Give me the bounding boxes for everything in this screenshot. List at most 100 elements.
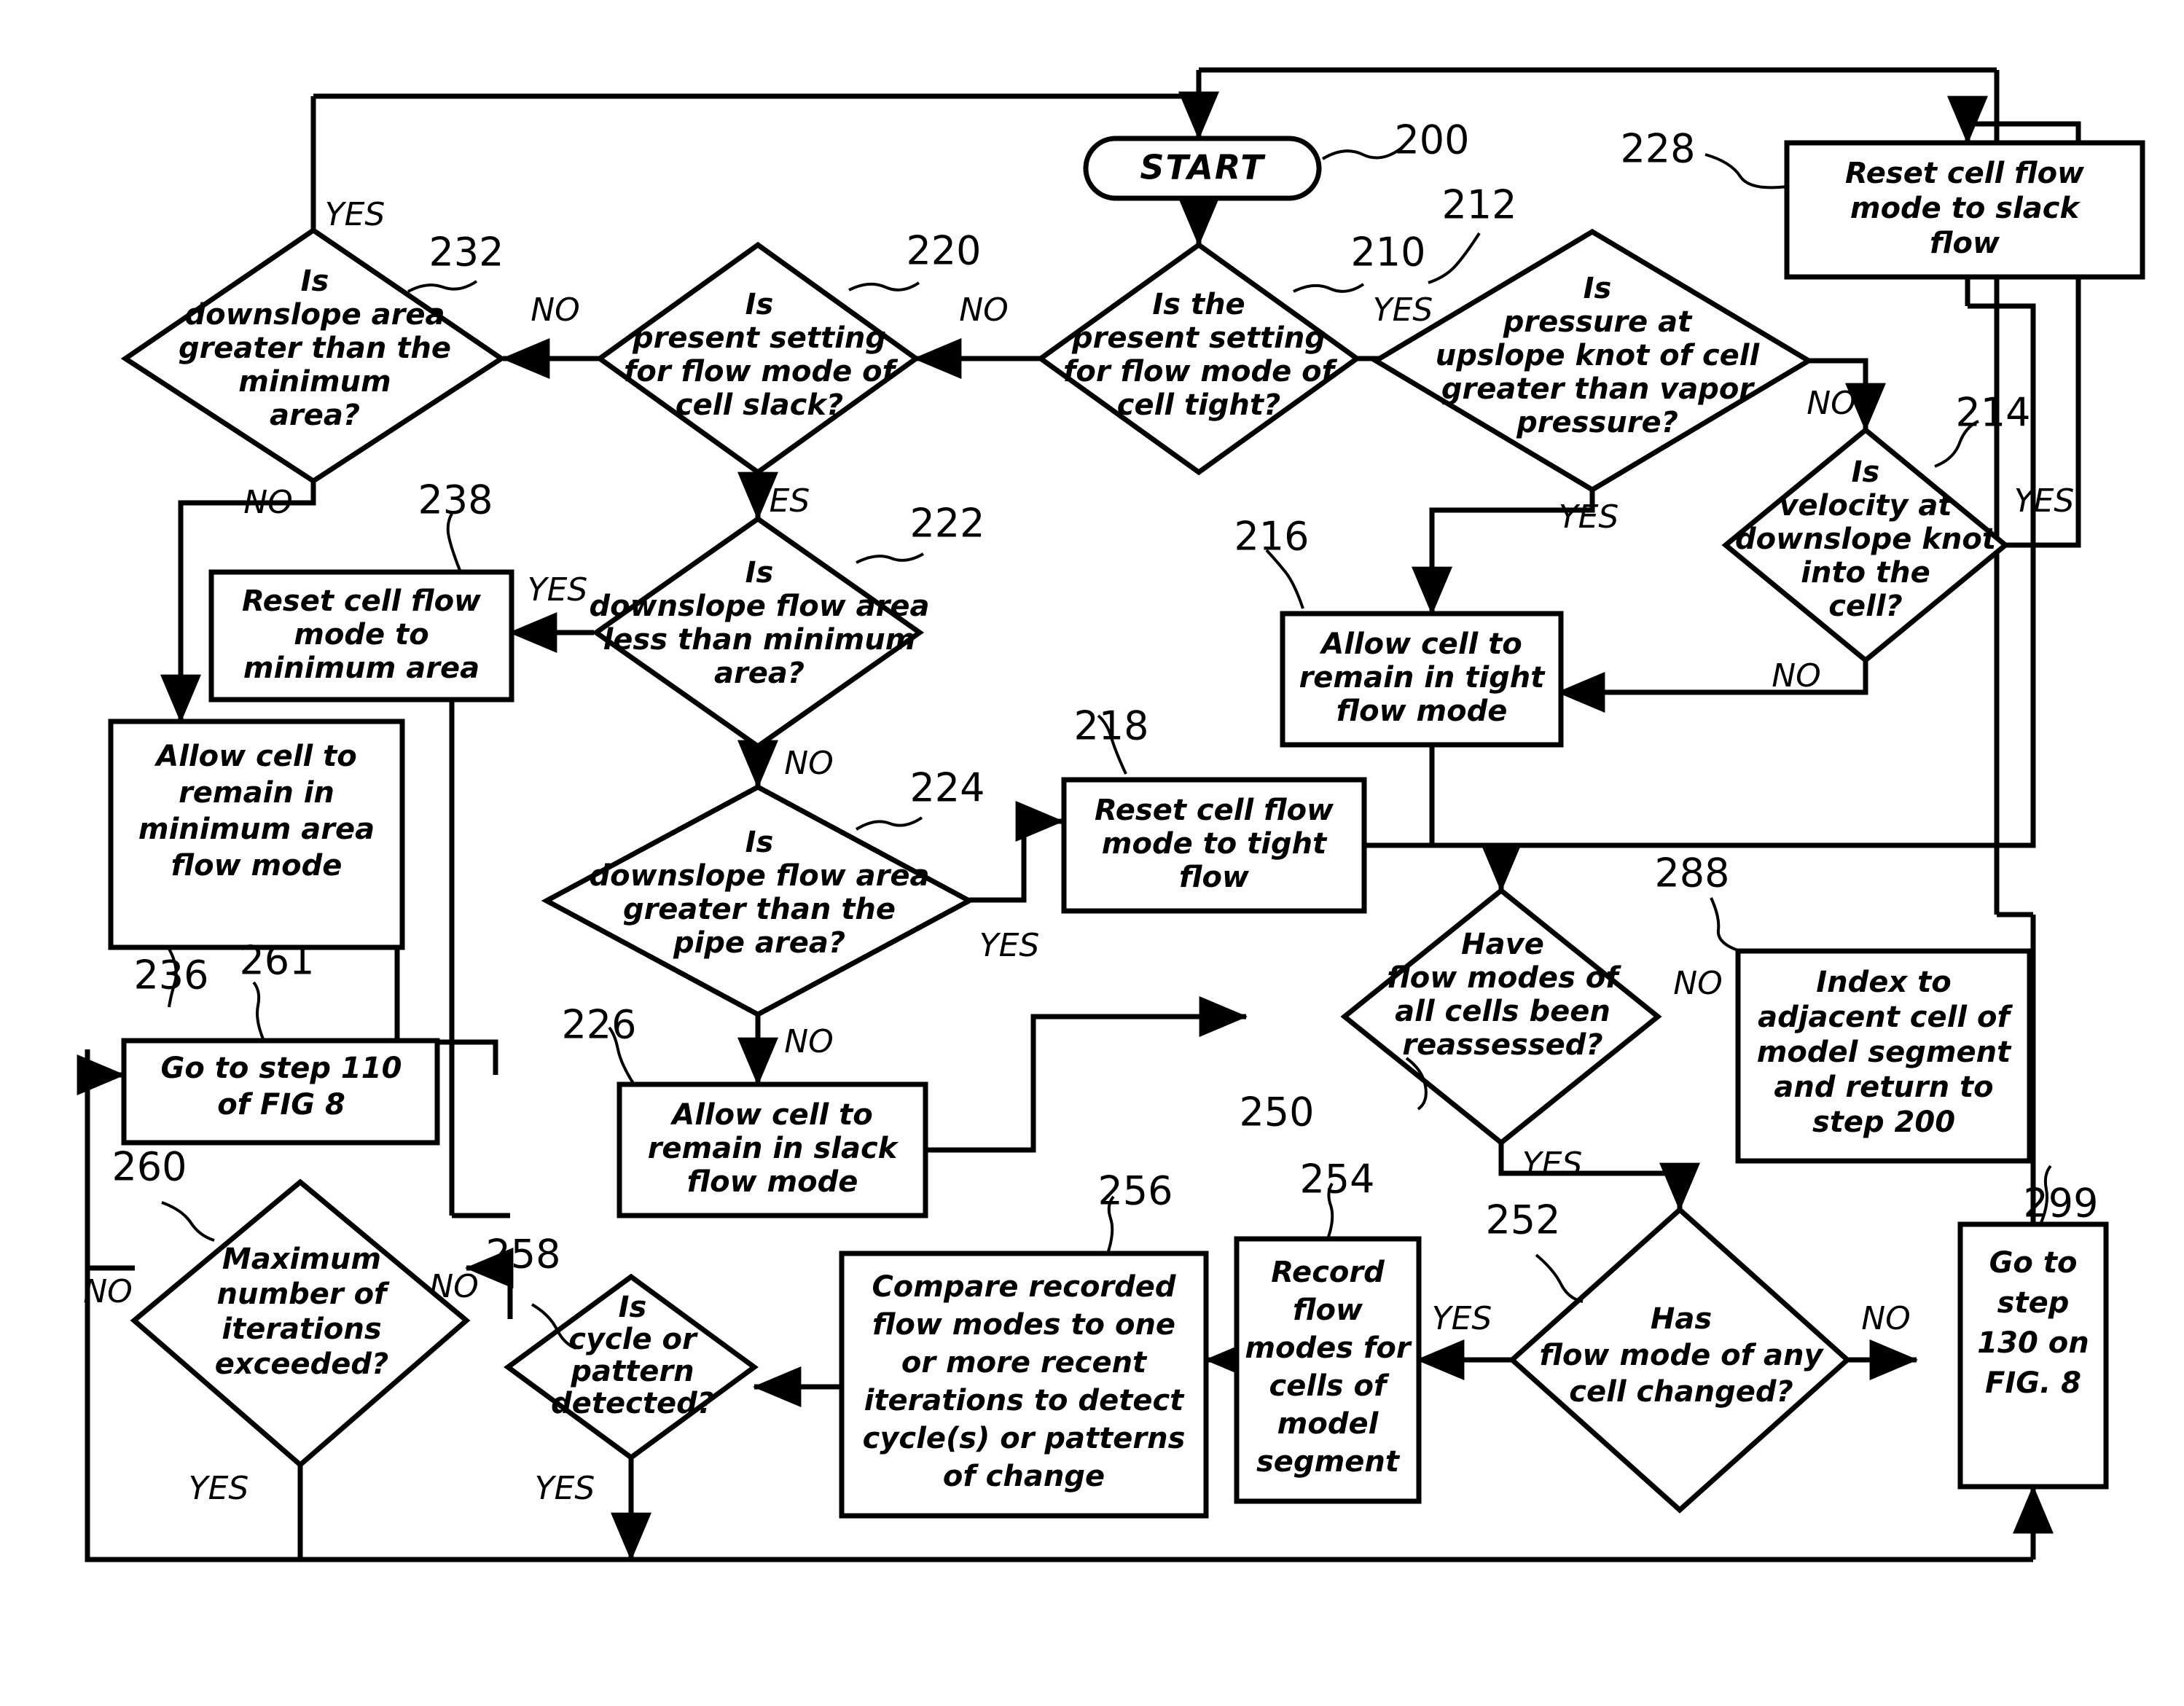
ref-250: 250 <box>1239 1089 1314 1135</box>
ref-288-leader <box>1710 897 1739 952</box>
ref-250-group: 250 <box>1239 1057 1428 1135</box>
node-decision-224[interactable]: Is downslope flow area greater than the … <box>541 784 975 1017</box>
ref-238-group: 238 <box>418 477 493 573</box>
edge-226-to-250 <box>925 996 1248 1153</box>
branch-250-yes: YES <box>1522 1146 1583 1183</box>
branch-250-no: NO <box>1673 965 1723 1002</box>
ref-299: 299 <box>2023 1181 2098 1226</box>
node-process-216[interactable]: Allow cell to remain in tight flow mode <box>1280 611 1564 748</box>
process-299-line-1: step <box>1997 1286 2070 1320</box>
ref-254-group: 254 <box>1299 1157 1375 1240</box>
process-288-line-4: step 200 <box>1812 1106 1955 1139</box>
decision-220-line-2: for flow mode of <box>624 355 899 388</box>
decision-250-line-3: reassessed? <box>1402 1028 1602 1062</box>
process-234-line-1: remain in <box>179 776 334 810</box>
decision-252-line-0: Has <box>1651 1302 1712 1336</box>
node-decision-258[interactable]: Is cycle or pattern detected? <box>504 1273 759 1461</box>
process-256-line-0: Compare recorded <box>872 1270 1175 1304</box>
node-decision-220[interactable]: Is present setting for flow mode of cell… <box>595 241 920 476</box>
decision-222-line-2: less than minimum <box>603 623 916 657</box>
node-start[interactable]: START <box>1083 136 1322 201</box>
process-254-line-0: Record <box>1271 1256 1385 1289</box>
ref-228-leader <box>1704 153 1788 189</box>
decision-220-line-3: cell slack? <box>676 388 843 422</box>
ref-254: 254 <box>1299 1157 1374 1202</box>
ref-258: 258 <box>485 1232 560 1277</box>
ref-220-leader <box>848 281 920 291</box>
node-decision-260[interactable]: Maximum number of iterations exceeded? <box>130 1178 471 1468</box>
ref-210-group: 210 <box>1293 230 1426 293</box>
node-process-261[interactable]: Go to step 110 of FIG 8 <box>121 1038 440 1146</box>
process-218-line-2: flow <box>1179 861 1250 894</box>
process-256-line-4: cycle(s) or patterns <box>863 1422 1186 1455</box>
node-process-234[interactable]: Allow cell to remain in minimum area flo… <box>108 719 405 950</box>
process-238-line-1: mode to <box>294 618 428 652</box>
branch-210-yes: YES <box>1373 291 1433 329</box>
branch-220-no: NO <box>531 291 580 329</box>
branch-252-no: NO <box>1861 1300 1911 1337</box>
ref-232: 232 <box>428 230 504 275</box>
node-process-256[interactable]: Compare recorded flow modes to one or mo… <box>839 1251 1209 1519</box>
node-process-288[interactable]: Index to adjacent cell of model segment … <box>1735 948 2032 1164</box>
ref-200-leader <box>1321 147 1402 160</box>
decision-260-line-3: exceeded? <box>215 1347 389 1381</box>
process-254-line-1: flow <box>1293 1294 1363 1327</box>
decision-210-line-0: Is the <box>1152 288 1245 321</box>
node-decision-210[interactable]: Is the present setting for flow mode of … <box>1036 241 1361 476</box>
node-process-226[interactable]: Allow cell to remain in slack flow mode <box>617 1081 928 1218</box>
ref-232-group: 232 <box>407 230 504 293</box>
process-261-line-1: of FIG 8 <box>217 1088 345 1122</box>
process-256-line-3: iterations to detect <box>864 1384 1185 1417</box>
process-261-line-0: Go to step 110 <box>161 1052 402 1085</box>
node-decision-250[interactable]: Have flow modes of all cells been reasse… <box>1340 887 1662 1146</box>
node-decision-214[interactable]: Is velocity at downslope knot into the c… <box>1721 426 2010 664</box>
node-decision-252[interactable]: Has flow mode of any cell changed? <box>1508 1206 1852 1514</box>
process-238-line-0: Reset cell flow <box>242 584 482 618</box>
branch-260-no: NO <box>83 1273 133 1310</box>
ref-220: 220 <box>906 228 981 274</box>
decision-210-line-3: cell tight? <box>1117 388 1280 422</box>
process-218-line-1: mode to tight <box>1102 827 1328 861</box>
node-decision-212[interactable]: Is pressure at upslope knot of cell grea… <box>1371 228 1814 493</box>
process-234-line-3: flow mode <box>171 849 343 883</box>
decision-214-line-3: into the <box>1801 556 1930 590</box>
ref-260-group: 260 <box>111 1144 215 1242</box>
decision-214-line-2: downslope knot <box>1735 523 1997 556</box>
ref-252: 252 <box>1485 1197 1560 1243</box>
decision-232-line-4: area? <box>270 399 360 432</box>
process-254-line-5: segment <box>1256 1445 1401 1479</box>
ref-256: 256 <box>1097 1168 1173 1214</box>
decision-232-line-1: downslope area <box>184 298 445 332</box>
decision-214-line-1: velocity at <box>1779 489 1953 523</box>
branch-222-no: NO <box>784 745 834 782</box>
ref-252-group: 252 <box>1485 1197 1584 1303</box>
process-256-line-1: flow modes to one <box>872 1308 1175 1342</box>
process-256-line-5: of change <box>943 1460 1105 1493</box>
ref-222: 222 <box>909 501 985 547</box>
node-process-299[interactable]: Go to step 130 on FIG. 8 <box>1957 1221 2109 1490</box>
ref-261: 261 <box>239 938 314 984</box>
node-process-228[interactable]: Reset cell flow mode to slack flow <box>1784 140 2145 280</box>
process-216-line-1: remain in tight <box>1299 661 1546 694</box>
process-238-line-2: minimum area <box>243 652 480 685</box>
ref-210-leader <box>1293 283 1365 293</box>
node-decision-222[interactable]: Is downslope flow area less than minimum… <box>590 515 930 750</box>
branch-260-yes: YES <box>189 1470 249 1507</box>
decision-212-line-0: Is <box>1584 272 1612 305</box>
process-226-line-1: remain in slack <box>648 1132 899 1165</box>
decision-224-line-2: greater than the <box>623 893 896 926</box>
node-process-218[interactable]: Reset cell flow mode to tight flow <box>1061 777 1367 914</box>
node-process-238[interactable]: Reset cell flow mode to minimum area <box>208 569 514 703</box>
decision-220-line-0: Is <box>745 288 774 321</box>
decision-232-line-2: greater than the <box>179 332 451 365</box>
process-234-line-0: Allow cell to <box>154 740 357 773</box>
process-288-line-0: Index to <box>1816 966 1951 999</box>
edge-224-yes-up <box>969 821 1027 903</box>
process-228-line-0: Reset cell flow <box>1845 157 2085 190</box>
decision-222-line-3: area? <box>714 657 805 690</box>
node-process-254[interactable]: Record flow modes for cells of model seg… <box>1234 1236 1422 1504</box>
process-299-line-2: 130 on <box>1977 1326 2089 1360</box>
branch-232-no: NO <box>243 484 293 521</box>
ref-200: 200 <box>1394 117 1469 163</box>
ref-238: 238 <box>418 477 493 523</box>
